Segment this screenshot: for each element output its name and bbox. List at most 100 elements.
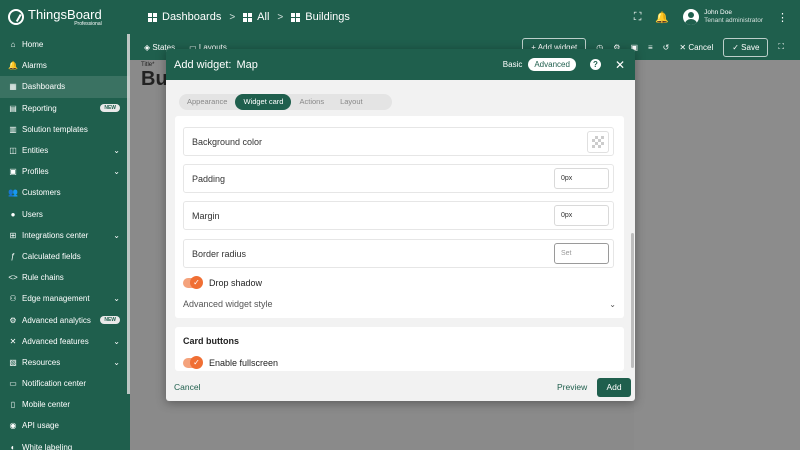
advanced-widget-style-label: Advanced widget style [183, 299, 273, 309]
sidebar-item-label: Customers [22, 188, 61, 198]
sidebar-item-label: Resources [22, 357, 61, 367]
background-color-picker[interactable] [587, 130, 609, 153]
sidebar-item-home[interactable]: ⌂ Home [0, 34, 130, 55]
sidebar-item-label: Edge management [22, 294, 90, 304]
sidebar-item-label: White labeling [22, 442, 73, 450]
sidebar-item-edge-management[interactable]: ⚇ Edge management ⌄ [0, 288, 130, 309]
breadcrumb-all[interactable]: All [243, 11, 269, 23]
mode-toggle: Basic Advanced [503, 58, 576, 71]
fullscreen-icon[interactable]: ⛶ [634, 11, 642, 24]
border-radius-input[interactable]: Set [554, 243, 609, 264]
mode-advanced-option[interactable]: Advanced [528, 58, 576, 71]
sidebar: ⌂ Home 🔔 Alarms ▦ Dashboards ▤ Reporting NEW ▥ Sol… [0, 34, 130, 450]
sidebar-item-label: Entities [22, 146, 49, 156]
user-role: Tenant administrator [704, 17, 763, 24]
sidebar-item-entities[interactable]: ◫ Entities ⌄ [0, 140, 130, 161]
drop-shadow-toggle-row[interactable]: ✓ Drop shadow [183, 276, 262, 290]
sidebar-item-customers[interactable]: 👥 Customers [0, 182, 130, 203]
sidebar-item-rule-chains[interactable]: <> Rule chains [0, 267, 130, 288]
sidebar-item-label: Advanced features [22, 336, 89, 346]
sidebar-item-white-labeling[interactable]: ◐ White labeling [0, 437, 130, 450]
avatar [683, 9, 700, 25]
sidebar-item-label: Users [22, 209, 43, 219]
sidebar-item-label: Rule chains [22, 273, 64, 283]
help-icon[interactable]: ? [589, 59, 601, 70]
top-bar: ThingsBoard Professional Dashboards > Al… [0, 0, 800, 34]
sidebar-item-resources[interactable]: ▧ Resources ⌄ [0, 352, 130, 373]
notifications-bell-icon[interactable]: 🔔 [655, 11, 669, 24]
dialog-widget-name: Map [236, 58, 258, 71]
expand-icon[interactable]: ⛶ [778, 42, 784, 52]
margin-row: Margin 0px [183, 201, 614, 230]
notification-icon: ▭ [9, 379, 17, 389]
sidebar-item-notification-center[interactable]: ▭ Notification center [0, 373, 130, 394]
close-icon[interactable]: ✕ [615, 58, 625, 72]
sidebar-item-dashboards[interactable]: ▦ Dashboards [0, 76, 130, 98]
breadcrumb: Dashboards > All > Buildings [148, 11, 350, 23]
edge-icon: ⚇ [9, 294, 17, 304]
sidebar-item-users[interactable]: ● Users [0, 204, 130, 225]
sidebar-item-advanced-features[interactable]: ✕ Advanced features ⌄ [0, 331, 130, 352]
tab-actions[interactable]: Actions [291, 94, 332, 110]
sidebar-item-advanced-analytics[interactable]: ⚙ Advanced analytics NEW [0, 309, 130, 330]
dialog-scrollbar[interactable] [631, 233, 634, 368]
border-radius-label: Border radius [192, 248, 247, 259]
sidebar-item-solution-templates[interactable]: ▥ Solution templates [0, 119, 130, 140]
chevron-down-icon: ⌄ [113, 230, 120, 240]
sidebar-item-label: Advanced analytics [22, 315, 91, 325]
tab-widget-card[interactable]: Widget card [235, 94, 292, 110]
tab-appearance[interactable]: Appearance [179, 94, 235, 110]
breadcrumb-separator: > [229, 11, 236, 23]
dashboard-icon [148, 12, 157, 22]
cancel-edit-button[interactable]: ✕ Cancel [679, 43, 713, 52]
mode-basic-option[interactable]: Basic [503, 60, 523, 69]
analytics-icon: ⚙ [9, 315, 17, 325]
customers-icon: 👥 [8, 188, 18, 198]
sidebar-item-alarms[interactable]: 🔔 Alarms [0, 55, 130, 76]
thingsboard-logo-icon [8, 9, 24, 25]
profiles-icon: ▣ [9, 167, 17, 177]
sidebar-item-label: Dashboards [22, 82, 66, 92]
margin-input[interactable]: 0px [554, 205, 609, 226]
cancel-button[interactable]: Cancel [174, 382, 200, 392]
enable-fullscreen-toggle-row[interactable]: ✓ Enable fullscreen [183, 356, 278, 370]
version-history-icon[interactable]: ↺ [663, 43, 670, 52]
brand-logo[interactable]: ThingsBoard Professional [0, 8, 130, 27]
sidebar-item-reporting[interactable]: ▤ Reporting NEW [0, 98, 130, 119]
sidebar-item-api-usage[interactable]: ◉ API usage [0, 415, 130, 436]
check-icon: ✓ [190, 276, 203, 289]
dashboard-icon [243, 12, 253, 22]
home-icon: ⌂ [10, 40, 16, 50]
sidebar-item-profiles[interactable]: ▣ Profiles ⌄ [0, 161, 130, 182]
more-vert-icon[interactable]: ⋮ [777, 11, 788, 24]
entities-icon: ◫ [9, 146, 17, 156]
chevron-down-icon: ⌄ [113, 357, 120, 367]
user-menu[interactable]: John Doe Tenant administrator [683, 9, 763, 26]
add-button[interactable]: Add [597, 378, 631, 397]
sidebar-item-label: Mobile center [22, 400, 71, 410]
sidebar-item-calculated-fields[interactable]: ƒ Calculated fields [0, 246, 130, 267]
advanced-widget-style-expander[interactable]: Advanced widget style ⌄ [183, 298, 616, 310]
padding-row: Padding 0px [183, 164, 614, 193]
layers-icon: ◈ [144, 42, 151, 52]
breadcrumb-buildings[interactable]: Buildings [291, 11, 350, 23]
integrations-icon: ⊞ [9, 230, 17, 240]
save-button[interactable]: ✓ Save [723, 37, 769, 57]
tab-layout[interactable]: Layout [332, 94, 371, 110]
sidebar-item-mobile-center[interactable]: ▯ Mobile center [0, 394, 130, 415]
preview-button[interactable]: Preview [557, 382, 587, 392]
dashboard-icon [291, 12, 301, 22]
sidebar-item-integrations-center[interactable]: ⊞ Integrations center ⌄ [0, 225, 130, 246]
sidebar-item-label: Alarms [22, 61, 47, 71]
drop-shadow-toggle[interactable]: ✓ [183, 276, 203, 289]
sidebar-item-label: Solution templates [22, 124, 88, 134]
padding-label: Padding [192, 173, 226, 184]
padding-input[interactable]: 0px [554, 168, 609, 189]
dialog-tabs: Appearance Widget card Actions Layout [179, 94, 392, 110]
sidebar-item-label: Integrations center [22, 230, 89, 240]
filter-icon[interactable]: ≡ [648, 43, 653, 52]
api-icon: ◉ [9, 421, 17, 431]
breadcrumb-dashboards[interactable]: Dashboards [148, 11, 221, 23]
tools-icon: ✕ [9, 336, 17, 346]
enable-fullscreen-toggle[interactable]: ✓ [183, 356, 203, 369]
